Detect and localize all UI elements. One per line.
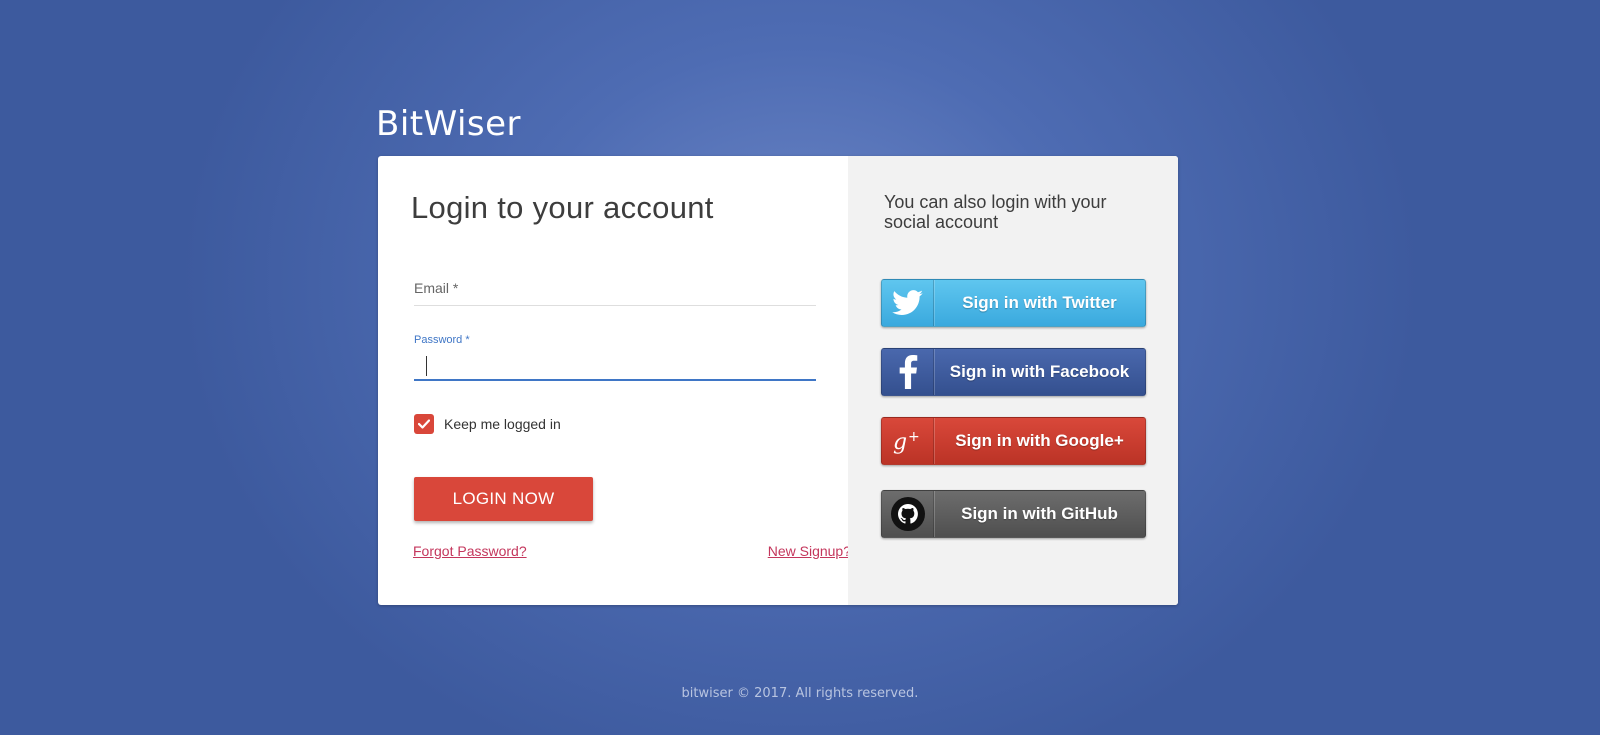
email-field[interactable]: Email * (414, 276, 816, 306)
facebook-signin-label: Sign in with Facebook (949, 362, 1130, 381)
svg-text:g: g (893, 430, 907, 455)
social-intro-text: You can also login with your social acco… (884, 192, 1107, 232)
github-signin-button[interactable]: Sign in with GitHub (881, 490, 1146, 538)
footer-copyright: bitwiser © 2017. All rights reserved. (681, 686, 919, 701)
login-button[interactable]: LOGIN NOW (414, 477, 593, 521)
brand-logo: BitWiser (376, 104, 522, 144)
keep-logged-in-label: Keep me logged in (444, 416, 561, 432)
google-plus-icon: g + (882, 418, 934, 464)
github-signin-label: Sign in with GitHub (961, 504, 1118, 523)
google-plus-signin-button[interactable]: g + Sign in with Google+ (881, 417, 1146, 465)
twitter-signin-label: Sign in with Twitter (962, 293, 1117, 312)
github-icon (882, 491, 934, 537)
login-form-panel: Login to your account Email * Password *… (378, 156, 851, 605)
password-label: Password * (414, 334, 470, 346)
password-field[interactable]: Password * (414, 334, 816, 381)
text-caret (426, 356, 427, 376)
svg-text:+: + (908, 429, 920, 445)
keep-logged-in[interactable]: Keep me logged in (414, 414, 561, 434)
page-title: Login to your account (411, 190, 714, 225)
facebook-signin-button[interactable]: Sign in with Facebook (881, 348, 1146, 396)
password-input[interactable] (414, 350, 816, 378)
google-plus-signin-label: Sign in with Google+ (955, 431, 1124, 450)
forgot-password-link[interactable]: Forgot Password? (413, 543, 527, 559)
login-card: Login to your account Email * Password *… (378, 156, 1178, 605)
facebook-icon (882, 349, 934, 395)
checkmark-icon (418, 419, 430, 429)
twitter-icon (882, 280, 934, 326)
email-label: Email * (414, 280, 459, 296)
keep-logged-in-checkbox[interactable] (414, 414, 434, 434)
new-signup-link[interactable]: New Signup? (768, 543, 851, 559)
social-login-panel: You can also login with your social acco… (848, 156, 1178, 605)
twitter-signin-button[interactable]: Sign in with Twitter (881, 279, 1146, 327)
